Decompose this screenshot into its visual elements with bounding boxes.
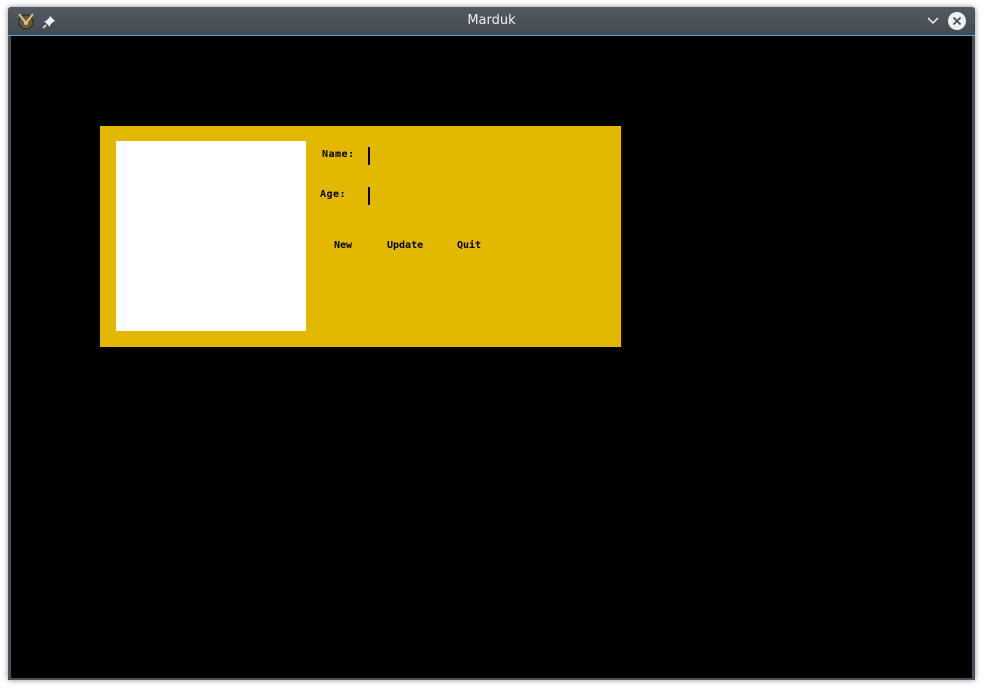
app-window: Marduk Name: Age: New Update Quit <box>8 7 975 680</box>
app-content-area: Name: Age: New Update Quit <box>11 36 972 678</box>
age-input[interactable] <box>368 187 524 205</box>
name-label: Name: <box>322 149 355 160</box>
quit-button[interactable]: Quit <box>457 240 481 251</box>
window-title: Marduk <box>467 13 516 28</box>
name-input[interactable] <box>368 147 524 165</box>
close-icon[interactable] <box>947 11 967 31</box>
age-label: Age: <box>320 189 347 200</box>
title-bar[interactable]: Marduk <box>8 7 975 36</box>
update-button[interactable]: Update <box>387 240 423 251</box>
image-canvas[interactable] <box>116 141 306 331</box>
form-panel: Name: Age: New Update Quit <box>100 126 621 347</box>
chevron-down-icon[interactable] <box>925 13 941 29</box>
new-button[interactable]: New <box>334 240 352 251</box>
